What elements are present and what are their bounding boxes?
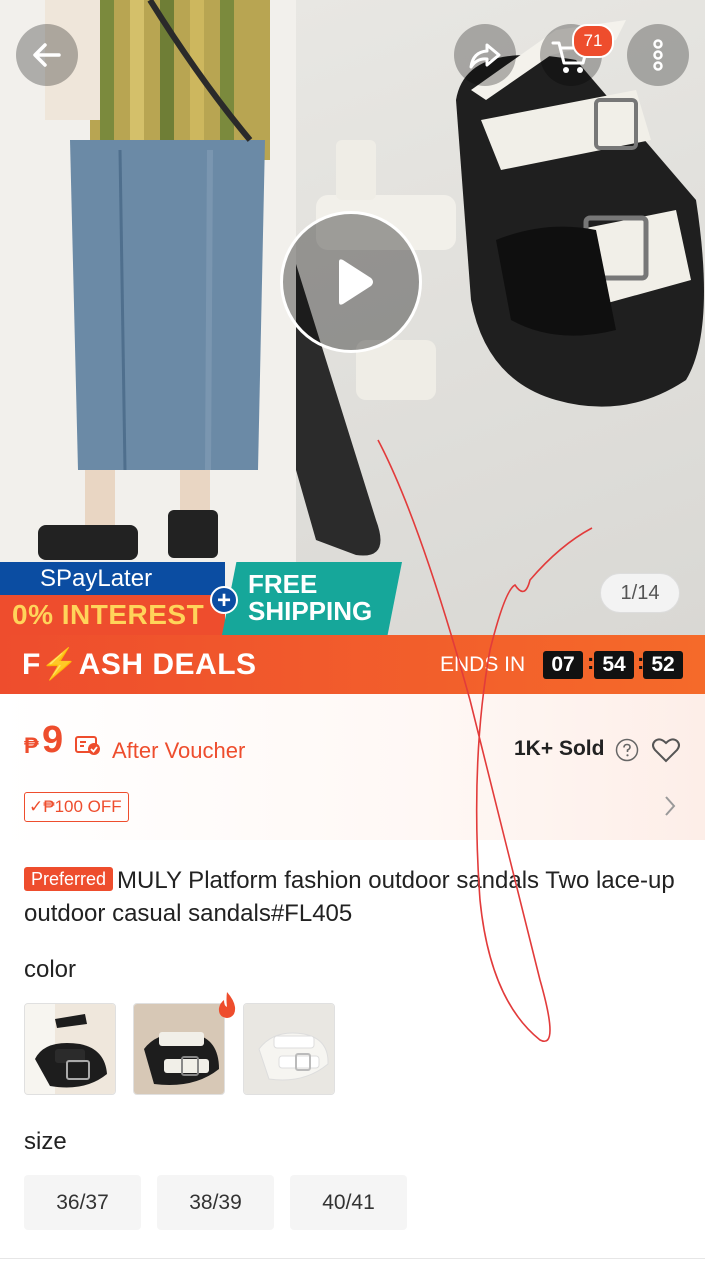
price-value: 9 — [42, 719, 64, 761]
size-label: size — [24, 1128, 67, 1155]
back-button[interactable] — [16, 24, 78, 86]
preferred-badge: Preferred — [24, 867, 114, 891]
play-icon — [339, 259, 373, 305]
spaylater-label: SPayLater — [0, 562, 225, 595]
timer-hours: 07 — [543, 651, 583, 679]
discount-tag[interactable]: ✓₱100 OFF — [24, 792, 129, 822]
sold-count: 1K+ Sold — [514, 737, 605, 760]
plus-icon: + — [210, 586, 238, 614]
hot-flame-icon — [218, 992, 236, 1018]
flash-deals-title: F⚡ASH DEALS — [22, 648, 257, 681]
more-options-button[interactable] — [627, 24, 689, 86]
product-image-gallery[interactable]: 71 1/14 SPayLater 0% INTEREST FREE SHIPP… — [0, 0, 705, 635]
color-option[interactable] — [243, 1003, 335, 1095]
timer-seconds: 52 — [643, 651, 683, 679]
size-option[interactable]: 36/37 — [24, 1175, 141, 1230]
question-icon[interactable] — [615, 738, 639, 762]
color-option[interactable] — [24, 1003, 116, 1095]
color-option[interactable] — [133, 1003, 225, 1095]
spaylater-banner: SPayLater 0% INTEREST — [0, 562, 225, 635]
price-currency: ₱ — [24, 733, 39, 758]
voucher-icon — [75, 736, 100, 755]
after-voucher-label: After Voucher — [112, 738, 246, 763]
image-counter: 1/14 — [600, 573, 680, 613]
arrow-left-icon — [33, 43, 61, 67]
chevron-right-icon[interactable] — [662, 794, 678, 818]
cart-count-badge: 71 — [572, 24, 614, 58]
heart-icon[interactable] — [651, 736, 681, 764]
size-option[interactable]: 38/39 — [157, 1175, 274, 1230]
play-video-button[interactable] — [280, 211, 422, 353]
share-button[interactable] — [454, 24, 516, 86]
interest-label: 0% INTEREST — [0, 595, 225, 635]
color-label: color — [24, 956, 77, 983]
model-photo — [0, 0, 300, 635]
flash-deals-bar[interactable]: F⚡ASH DEALS ENDS IN 07 : 54 : 52 — [0, 635, 705, 694]
size-option[interactable]: 40/41 — [290, 1175, 407, 1230]
free-shipping-line1: FREE — [248, 569, 318, 599]
timer-minutes: 54 — [594, 651, 634, 679]
divider — [0, 1258, 705, 1259]
share-icon — [469, 43, 501, 69]
ends-in-label: ENDS IN — [440, 653, 526, 676]
free-shipping-line2: SHIPPING — [248, 596, 373, 626]
product-title-text: MULY Platform fashion outdoor sandals Tw… — [24, 867, 675, 927]
more-vertical-icon — [653, 39, 663, 71]
free-shipping-banner: FREE SHIPPING — [222, 562, 402, 635]
product-title: Preferred MULY Platform fashion outdoor s… — [24, 864, 689, 930]
price-section: ₱ 9 After Voucher 1K+ Sold ✓₱100 OFF — [0, 694, 705, 840]
